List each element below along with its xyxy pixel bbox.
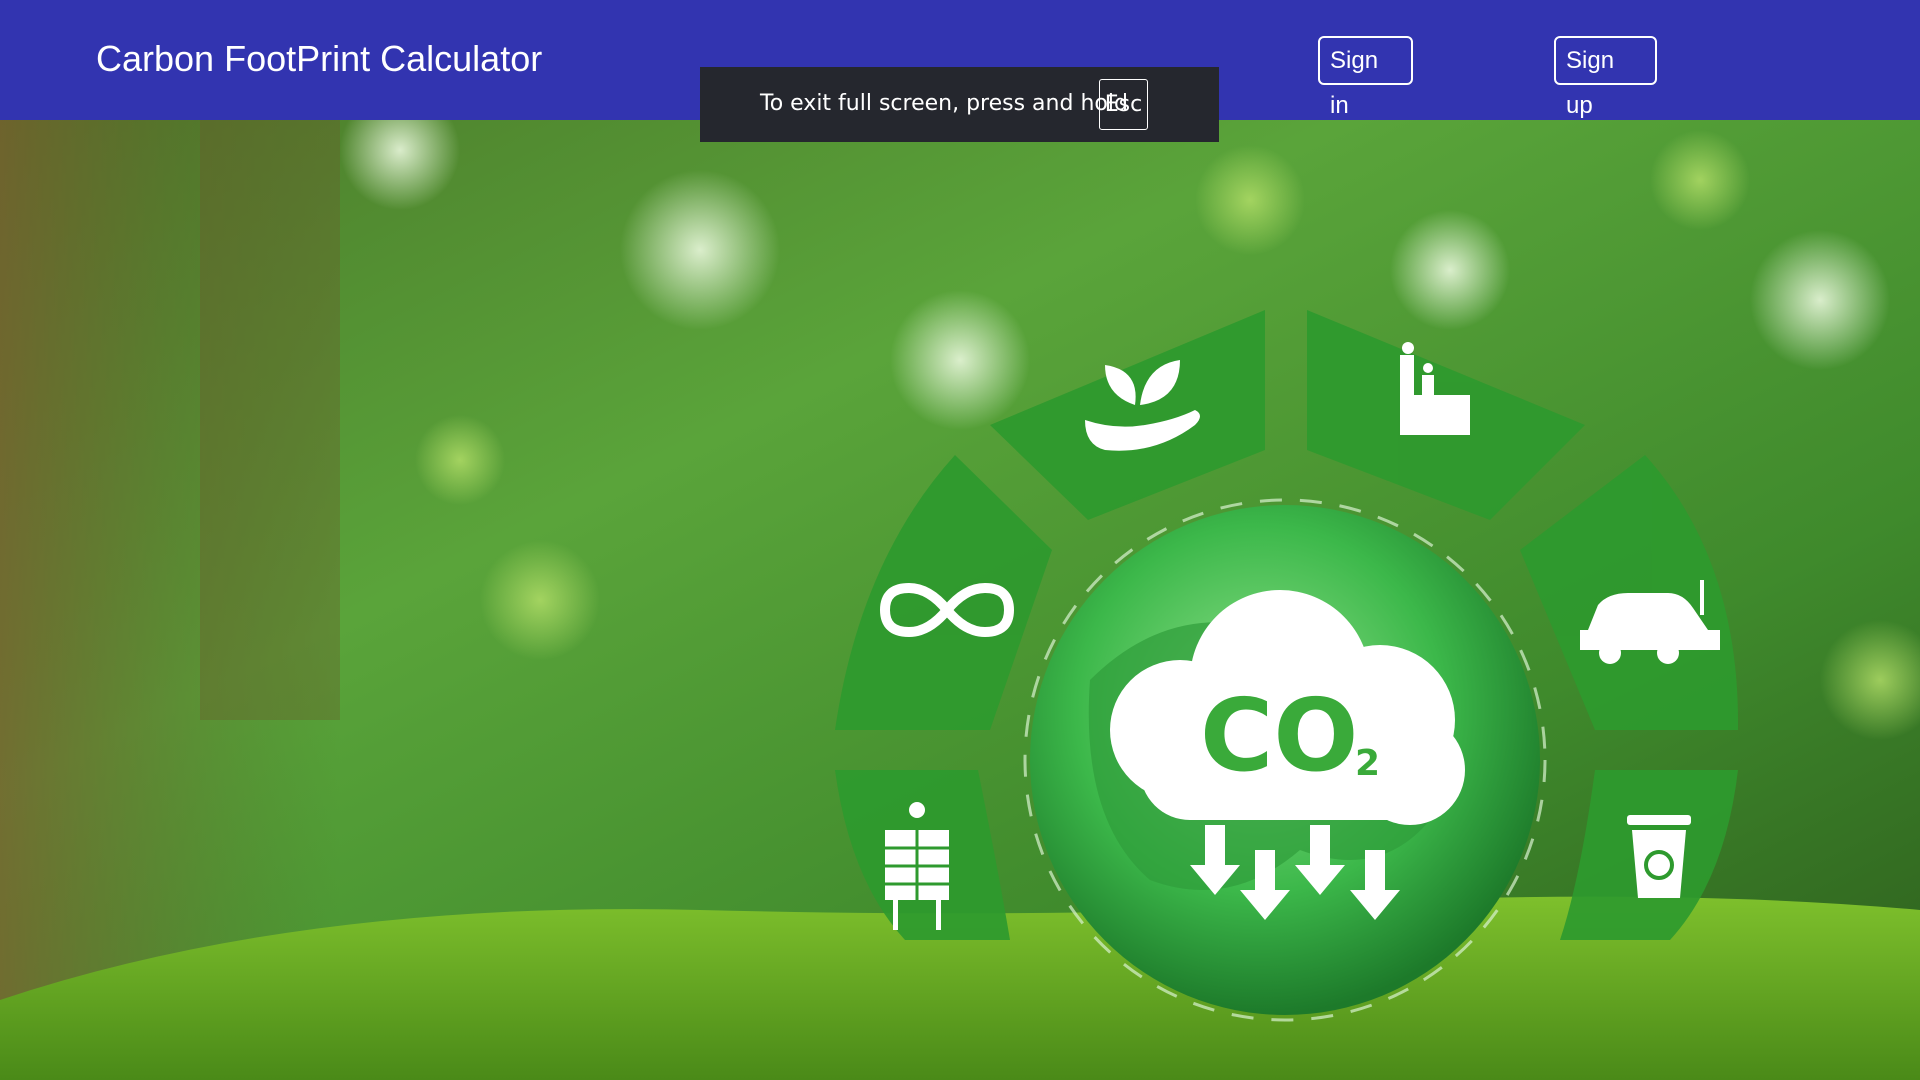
co2-text: CO [1200, 677, 1358, 794]
co2-subscript: 2 [1355, 743, 1380, 784]
hero-image: CO 2 [0, 120, 1920, 1080]
hero-illustration: CO 2 [0, 120, 1920, 1080]
sign-up-button[interactable]: Sign up [1554, 36, 1657, 119]
sign-in-button[interactable]: Sign in [1318, 36, 1413, 119]
brand-title[interactable]: Carbon FootPrint Calculator [96, 38, 542, 80]
esc-key-badge: Esc [1099, 79, 1148, 130]
fullscreen-exit-notice: To exit full screen, press and hold Esc [700, 67, 1219, 142]
fullscreen-message: To exit full screen, press and hold [760, 91, 1128, 116]
